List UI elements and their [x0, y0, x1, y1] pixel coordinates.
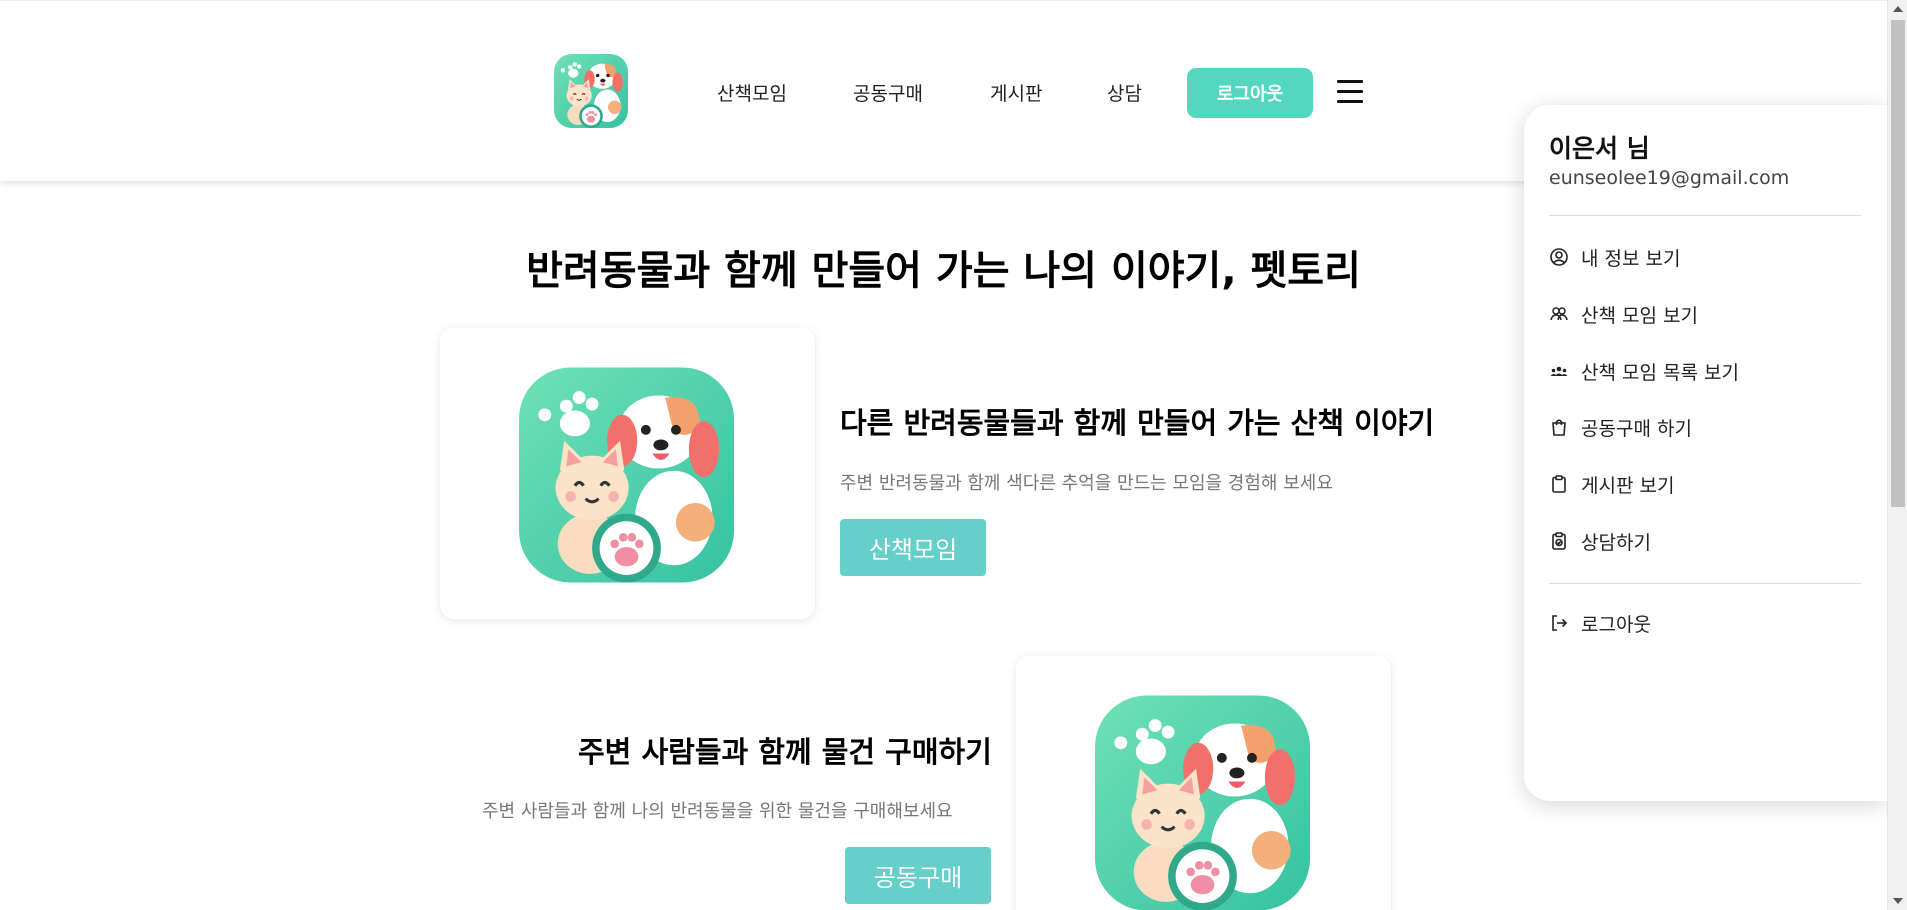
- menu-walk-meetup-list-label: 산책 모임 목록 보기: [1581, 361, 1739, 384]
- panel-divider: [1549, 215, 1861, 216]
- hamburger-menu-icon[interactable]: [1337, 80, 1363, 106]
- walk-group-icon: [1550, 307, 1568, 321]
- walk-section-description: 주변 반려동물과 함께 색다른 추억을 만드는 모임을 경험해 보세요: [840, 473, 1333, 494]
- menu-walk-meetup-label: 산책 모임 보기: [1581, 304, 1698, 327]
- menu-logout[interactable]: 로그아웃: [1549, 609, 1651, 637]
- nav-walk-meetup[interactable]: 산책모임: [717, 79, 787, 106]
- scroll-down-arrow-icon[interactable]: [1893, 898, 1903, 904]
- group-buy-section-card: [1016, 656, 1391, 910]
- clipboard-icon: [1552, 475, 1566, 493]
- group-buy-section-description: 주변 사람들과 함께 나의 반려동물을 위한 물건을 구매해보세요: [482, 801, 953, 822]
- group-buy-section-title: 주변 사람들과 함께 물건 구매하기: [578, 735, 992, 769]
- page-scrollbar[interactable]: [1887, 0, 1907, 910]
- scroll-up-arrow-icon[interactable]: [1893, 6, 1903, 12]
- menu-consult-label: 상담하기: [1581, 531, 1651, 554]
- panel-divider: [1549, 583, 1861, 584]
- user-email: eunseolee19@gmail.com: [1549, 167, 1790, 189]
- petory-logo[interactable]: [554, 54, 628, 128]
- logout-button[interactable]: 로그아웃: [1187, 68, 1313, 118]
- group-buy-button[interactable]: 공동구매: [845, 847, 991, 904]
- menu-board[interactable]: 게시판 보기: [1549, 470, 1674, 498]
- nav-group-buy[interactable]: 공동구매: [853, 79, 923, 106]
- menu-my-info-label: 내 정보 보기: [1581, 247, 1681, 270]
- menu-group-buy[interactable]: 공동구매 하기: [1549, 413, 1692, 441]
- user-circle-icon: [1550, 248, 1568, 266]
- shopping-bag-icon: [1552, 419, 1566, 436]
- logout-icon: [1552, 615, 1568, 631]
- walk-section-card: [440, 328, 815, 619]
- menu-walk-meetup[interactable]: 산책 모임 보기: [1549, 300, 1698, 328]
- clipboard-consult-icon: [1552, 532, 1566, 550]
- menu-my-info[interactable]: 내 정보 보기: [1549, 243, 1680, 271]
- menu-walk-meetup-list[interactable]: 산책 모임 목록 보기: [1549, 357, 1739, 385]
- walk-meetup-button[interactable]: 산책모임: [840, 519, 986, 576]
- walk-section-image: [519, 365, 734, 585]
- user-dropdown-panel: 이은서 님 eunseolee19@gmail.com 내 정보 보기 산책 모…: [1524, 105, 1887, 801]
- menu-consult[interactable]: 상담하기: [1549, 527, 1651, 555]
- scroll-thumb[interactable]: [1891, 20, 1905, 507]
- group-buy-section-image: [1095, 693, 1310, 910]
- people-group-icon: [1550, 366, 1568, 376]
- nav-consult[interactable]: 상담: [1107, 79, 1142, 106]
- walk-section-title: 다른 반려동물들과 함께 만들어 가는 산책 이야기: [840, 406, 1435, 440]
- menu-logout-label: 로그아웃: [1581, 613, 1651, 636]
- nav-board[interactable]: 게시판: [990, 79, 1042, 106]
- menu-group-buy-label: 공동구매 하기: [1581, 417, 1692, 440]
- menu-board-label: 게시판 보기: [1581, 474, 1675, 497]
- user-name: 이은서 님: [1549, 134, 1650, 163]
